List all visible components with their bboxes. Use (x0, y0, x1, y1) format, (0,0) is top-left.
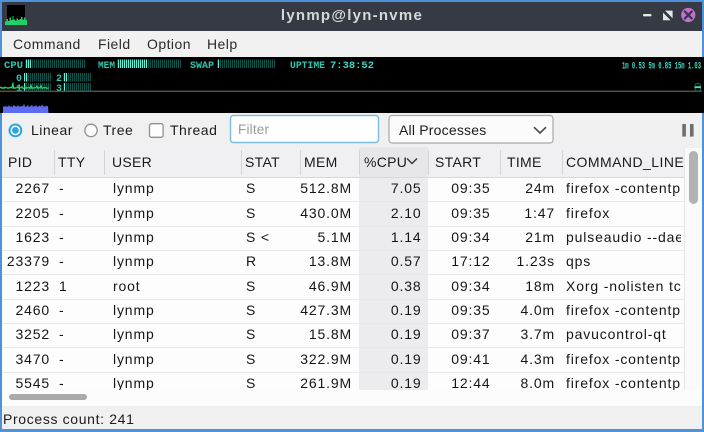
svg-text:UPTIME: UPTIME (290, 61, 325, 72)
svg-text:1m 0.53 5m 0.85 15m 1.03: 1m 0.53 5m 0.85 15m 1.03 (622, 62, 701, 73)
svg-text:3: 3 (56, 84, 62, 95)
svg-text:CPU: CPU (4, 61, 23, 72)
svg-text:7:38:52: 7:38:52 (330, 61, 374, 72)
svg-text:1: 1 (16, 84, 22, 95)
svg-text:SWAP: SWAP (190, 61, 214, 72)
svg-text:MEM: MEM (98, 61, 115, 72)
